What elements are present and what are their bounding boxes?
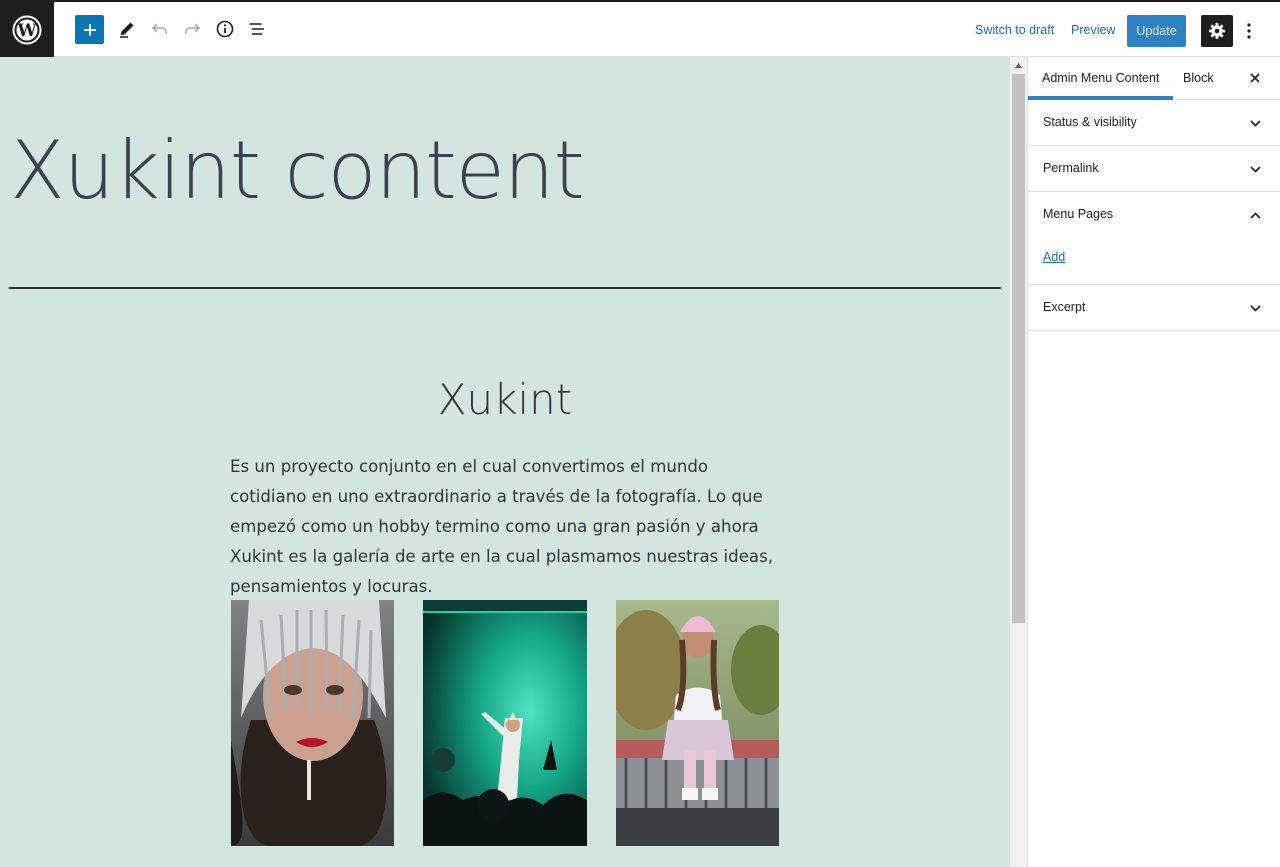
page-title[interactable]: Xukint content xyxy=(10,131,585,211)
concert-photo xyxy=(423,600,587,846)
panel-menu-pages: Menu Pages Add xyxy=(1028,192,1280,285)
close-sidebar-button[interactable] xyxy=(1244,67,1266,89)
switch-to-draft-button[interactable]: Switch to draft xyxy=(975,2,1054,59)
gallery-image-portrait[interactable] xyxy=(231,600,394,846)
panel-title: Permalink xyxy=(1043,161,1099,175)
svg-text:W: W xyxy=(16,21,37,41)
editor-canvas: Xukint content Xukint Es un proyecto con… xyxy=(0,57,1010,867)
menu-pages-body: Add xyxy=(1028,237,1280,284)
settings-sidebar: Admin Menu Content Block Status & visibi… xyxy=(1027,57,1280,867)
triangle-up-icon xyxy=(1015,62,1022,68)
panel-title: Excerpt xyxy=(1043,300,1086,314)
redo-icon xyxy=(185,23,201,34)
chevron-down-icon xyxy=(1246,160,1264,178)
info-icon xyxy=(216,20,234,38)
canvas-scrollbar[interactable] xyxy=(1010,57,1027,867)
pencil-icon xyxy=(120,22,134,38)
settings-button[interactable] xyxy=(1201,15,1233,47)
more-vertical-icon xyxy=(1247,23,1251,39)
panel-title: Status & visibility xyxy=(1043,115,1137,129)
gallery-image-street[interactable] xyxy=(616,600,779,846)
list-view-icon xyxy=(249,23,264,35)
wordpress-logo-icon: W xyxy=(12,15,42,44)
separator-block[interactable] xyxy=(9,287,1001,289)
more-options-button[interactable] xyxy=(1238,15,1260,47)
paragraph-block[interactable]: Es un proyecto conjunto en el cual conve… xyxy=(230,452,782,602)
undo-icon xyxy=(151,23,167,34)
scroll-up-button[interactable] xyxy=(1010,57,1027,73)
redo-button[interactable] xyxy=(176,13,208,45)
panel-excerpt: Excerpt xyxy=(1028,285,1280,331)
gallery-image-concert[interactable] xyxy=(423,600,587,846)
close-icon xyxy=(1250,73,1260,83)
chevron-down-icon xyxy=(1246,114,1264,132)
update-button[interactable]: Update xyxy=(1127,15,1186,47)
tools-button[interactable] xyxy=(111,13,143,45)
details-button[interactable] xyxy=(209,13,241,45)
tab-admin-menu-content[interactable]: Admin Menu Content xyxy=(1028,57,1174,100)
panel-toggle-status-visibility[interactable]: Status & visibility xyxy=(1028,100,1280,145)
panel-status-visibility: Status & visibility xyxy=(1028,100,1280,146)
panel-toggle-menu-pages[interactable]: Menu Pages xyxy=(1028,192,1280,237)
sidebar-tabs: Admin Menu Content Block xyxy=(1028,57,1280,100)
tab-block[interactable]: Block xyxy=(1183,57,1214,100)
panel-title: Menu Pages xyxy=(1043,207,1114,221)
gear-icon xyxy=(1209,23,1225,39)
wordpress-logo-button[interactable]: W xyxy=(0,2,54,57)
panel-toggle-excerpt[interactable]: Excerpt xyxy=(1028,285,1280,330)
undo-button[interactable] xyxy=(144,13,176,45)
preview-button[interactable]: Preview xyxy=(1071,2,1115,59)
plus-icon xyxy=(83,23,96,36)
block-inserter-button[interactable] xyxy=(75,15,104,44)
scroll-thumb[interactable] xyxy=(1012,74,1025,623)
portrait-photo xyxy=(231,600,394,846)
street-photo xyxy=(616,600,779,846)
editor-header: W Switch to draft Preview Update xyxy=(0,0,1280,57)
chevron-up-icon xyxy=(1246,206,1264,224)
list-view-button[interactable] xyxy=(241,13,273,45)
heading-block[interactable]: Xukint xyxy=(0,375,1010,425)
panel-toggle-permalink[interactable]: Permalink xyxy=(1028,146,1280,191)
chevron-down-icon xyxy=(1246,299,1264,317)
add-menu-page-link[interactable]: Add xyxy=(1043,250,1065,264)
panel-permalink: Permalink xyxy=(1028,146,1280,192)
